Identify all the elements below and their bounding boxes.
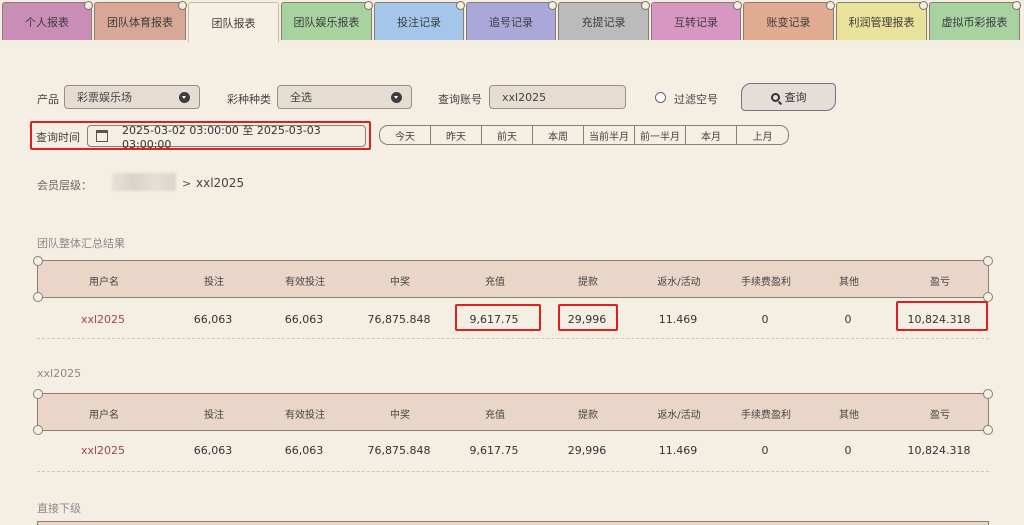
summary-valid-bet: 66,063: [284, 313, 324, 326]
user-username[interactable]: xxl2025: [81, 444, 125, 457]
highlight-box-profit-loss: [896, 301, 988, 331]
user-prize: 76,875.848: [367, 444, 431, 457]
account-input-value: xxl2025: [502, 90, 547, 104]
quick-range-yesterday[interactable]: 昨天: [431, 126, 482, 144]
search-icon: [770, 92, 780, 102]
lottery-type-label: 彩种种类: [227, 93, 271, 106]
corner-ornament: [983, 256, 993, 266]
corner-ornament: [983, 389, 993, 399]
breadcrumb-account[interactable]: xxl2025: [196, 176, 244, 190]
product-select[interactable]: 彩票娱乐场: [64, 85, 200, 109]
product-label: 产品: [37, 93, 59, 106]
col-rebate: 返水/活动: [657, 410, 701, 421]
summary-prize: 76,875.848: [367, 313, 431, 326]
col-other: 其他: [839, 410, 859, 421]
quick-range-today[interactable]: 今天: [380, 126, 431, 144]
quick-range-this-month[interactable]: 本月: [686, 126, 737, 144]
corner-ornament: [33, 389, 43, 399]
report-tabs: 个人报表 团队体育报表 团队报表 团队娱乐报表 投注记录 追号记录 充提记录 互…: [0, 0, 1024, 42]
tab-team-sports-report[interactable]: 团队体育报表: [94, 1, 187, 40]
account-input[interactable]: xxl2025: [489, 85, 626, 109]
chevron-down-icon: [179, 92, 190, 103]
col-rebate: 返水/活动: [657, 277, 701, 288]
corner-ornament: [33, 256, 43, 266]
user-table-header: 用户名 投注 有效投注 中奖 充值 提款 返水/活动 手续费盈利 其他 盈亏: [33, 389, 993, 435]
quick-range-this-week[interactable]: 本周: [533, 126, 584, 144]
summary-fee-profit: 0: [761, 313, 769, 326]
user-rebate: 11.469: [658, 444, 698, 457]
main-content: 产品 彩票娱乐场 彩种种类 全选 查询账号 xxl2025 过滤空号 查询 查询…: [0, 42, 1024, 525]
filter-empty-radio[interactable]: [655, 92, 666, 103]
row-divider: [37, 471, 989, 472]
lottery-type-select-value: 全选: [290, 91, 312, 104]
user-other: 0: [844, 444, 852, 457]
query-button-label: 查询: [784, 91, 807, 104]
summary-other: 0: [844, 313, 852, 326]
summary-title: 团队整体汇总结果: [37, 237, 125, 250]
breadcrumb-separator: >: [182, 177, 192, 190]
tab-personal-report[interactable]: 个人报表: [2, 1, 93, 40]
tab-chase-records[interactable]: 追号记录: [466, 1, 557, 40]
tab-team-entertainment-report[interactable]: 团队娱乐报表: [281, 1, 373, 40]
query-button[interactable]: 查询: [741, 83, 836, 111]
tab-crypto-lottery-report[interactable]: 虚拟币彩报表: [929, 1, 1021, 40]
highlight-box-withdraw: [558, 304, 618, 331]
summary-rebate: 11.469: [658, 313, 698, 326]
tab-bet-records[interactable]: 投注记录: [374, 1, 465, 40]
summary-username[interactable]: xxl2025: [81, 313, 125, 326]
col-valid-bet: 有效投注: [285, 410, 325, 421]
quick-range-previous-half-month[interactable]: 前一半月: [635, 126, 686, 144]
col-withdraw: 提款: [578, 277, 598, 288]
highlight-box-deposit: [455, 304, 541, 331]
account-label: 查询账号: [438, 93, 482, 106]
chevron-down-icon: [391, 92, 402, 103]
lottery-type-select[interactable]: 全选: [277, 85, 412, 109]
col-bet: 投注: [204, 410, 224, 421]
corner-ornament: [33, 292, 43, 302]
user-bet: 66,063: [193, 444, 233, 457]
col-prize: 中奖: [390, 277, 410, 288]
col-fee-profit: 手续费盈利: [741, 410, 791, 421]
col-valid-bet: 有效投注: [285, 277, 325, 288]
user-deposit: 9,617.75: [469, 444, 519, 457]
col-fee-profit: 手续费盈利: [741, 277, 791, 288]
col-profit-loss: 盈亏: [930, 277, 950, 288]
tab-team-report[interactable]: 团队报表: [188, 2, 279, 42]
col-deposit: 充值: [485, 277, 505, 288]
corner-ornament: [983, 425, 993, 435]
summary-table-header: 用户名 投注 有效投注 中奖 充值 提款 返水/活动 手续费盈利 其他 盈亏: [33, 256, 993, 302]
quick-range-last-month[interactable]: 上月: [737, 126, 788, 144]
summary-bet: 66,063: [193, 313, 233, 326]
blurred-member-path: [112, 173, 176, 191]
col-withdraw: 提款: [578, 410, 598, 421]
tab-account-change-records[interactable]: 账变记录: [743, 1, 835, 40]
user-valid-bet: 66,063: [284, 444, 324, 457]
quick-range-group: 今天 昨天 前天 本周 当前半月 前一半月 本月 上月: [379, 125, 789, 145]
direct-section-title: 直接下级: [37, 502, 81, 515]
col-deposit: 充值: [485, 410, 505, 421]
col-prize: 中奖: [390, 410, 410, 421]
user-section-title: xxl2025: [37, 367, 82, 380]
quick-range-day-before[interactable]: 前天: [482, 126, 533, 144]
highlight-box-time: [30, 121, 371, 150]
col-username: 用户名: [89, 410, 119, 421]
filter-empty-label: 过滤空号: [674, 93, 718, 106]
quick-range-current-half-month[interactable]: 当前半月: [584, 126, 635, 144]
user-fee-profit: 0: [761, 444, 769, 457]
product-select-value: 彩票娱乐场: [77, 91, 132, 104]
row-divider: [37, 338, 989, 339]
corner-ornament: [33, 425, 43, 435]
tab-profit-management-report[interactable]: 利润管理报表: [836, 1, 928, 40]
col-other: 其他: [839, 277, 859, 288]
member-level-label: 会员层级：: [37, 179, 92, 192]
col-username: 用户名: [89, 277, 119, 288]
tab-transfer-records[interactable]: 互转记录: [651, 1, 742, 40]
user-profit-loss: 10,824.318: [907, 444, 971, 457]
col-profit-loss: 盈亏: [930, 410, 950, 421]
tab-deposit-withdraw-records[interactable]: 充提记录: [558, 1, 650, 40]
col-bet: 投注: [204, 277, 224, 288]
user-withdraw: 29,996: [567, 444, 607, 457]
direct-table-header: [37, 521, 989, 525]
